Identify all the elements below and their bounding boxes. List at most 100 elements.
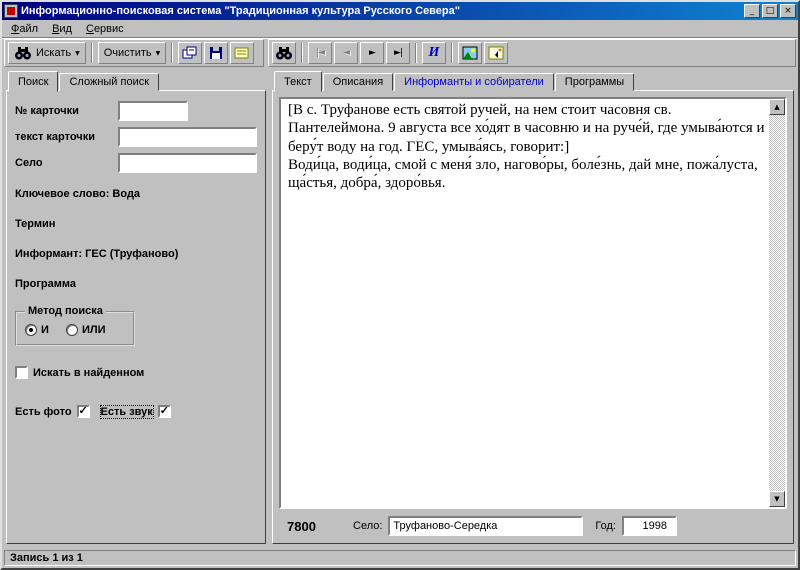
card-village-input[interactable] (388, 516, 584, 536)
tab-search[interactable]: Поиск (8, 71, 59, 92)
scroll-up-button[interactable]: ▲ (769, 99, 785, 115)
search-button[interactable]: Искать ▼ (8, 42, 86, 64)
has-sound-label: Есть звук (99, 404, 154, 419)
save-button[interactable] (204, 42, 229, 64)
card-number-label: № карточки (15, 105, 79, 117)
scroll-down-button[interactable]: ▼ (769, 491, 785, 507)
clear-dropdown-icon[interactable]: ▼ (156, 50, 161, 57)
first-record-button[interactable]: |◄ (308, 42, 332, 64)
last-record-icon: ►| (394, 48, 403, 58)
menu-view[interactable]: Вид (45, 21, 79, 37)
window-title: Информационно-поисковая система "Традици… (21, 5, 460, 17)
method-and-label: И (41, 324, 49, 336)
app-icon[interactable] (4, 4, 18, 18)
search-tabs: Поиск Сложный поиск (6, 70, 266, 92)
arrow-down-icon: ▼ (774, 495, 780, 503)
italic-letter-icon: И (428, 45, 440, 60)
maximize-button[interactable]: □ (762, 4, 778, 18)
card-pane: Текст Описания Информанты и собиратели П… (272, 70, 794, 544)
card-text-content[interactable]: [В с. Труфанове есть святой ручей, на не… (281, 99, 769, 507)
main-area: Поиск Сложный поиск № карточки текст кар… (2, 68, 798, 548)
next-record-icon: ► (369, 48, 376, 58)
card-year-label: Год: (595, 520, 616, 532)
method-and-radio[interactable]: И (25, 324, 49, 336)
search-pane: Поиск Сложный поиск № карточки текст кар… (6, 70, 266, 544)
card-year-input[interactable] (622, 516, 677, 536)
toolbar-separator (90, 43, 93, 63)
program-label[interactable]: Программа (15, 278, 257, 290)
vertical-scrollbar[interactable]: ▲ ▼ (769, 99, 785, 507)
text-tab-page: [В с. Труфанове есть святой ручей, на не… (272, 90, 794, 544)
search-method-title: Метод поиска (25, 305, 106, 317)
radio-or-icon (65, 324, 78, 336)
toolbar-separator (301, 43, 303, 63)
village-input[interactable] (118, 153, 257, 173)
binoculars-icon (14, 46, 32, 60)
photo-button[interactable] (458, 42, 482, 64)
photo-icon (462, 46, 478, 60)
previous-record-button[interactable]: ◄ (334, 42, 358, 64)
card-tabs: Текст Описания Информанты и собиратели П… (272, 70, 794, 92)
card-text-area[interactable]: [В с. Труфанове есть святой ручей, на не… (279, 97, 787, 509)
clear-button[interactable]: Очистить ▼ (97, 42, 167, 64)
app-window: Информационно-поисковая система "Традици… (0, 0, 800, 570)
status-bar: Запись 1 из 1 (2, 548, 798, 568)
has-photo-checkbox[interactable]: ✓ (76, 405, 90, 418)
search-form: № карточки текст карточки Село Ключевое … (7, 91, 265, 436)
keyword-label[interactable]: Ключевое слово: Вода (15, 188, 257, 200)
status-panel: Запись 1 из 1 (4, 550, 796, 566)
toolbar-separator (415, 43, 417, 63)
arrow-up-icon: ▲ (774, 103, 780, 111)
sound-button[interactable] (484, 42, 508, 64)
method-or-radio[interactable]: ИЛИ (65, 324, 106, 336)
tab-descriptions[interactable]: Описания (322, 73, 394, 91)
menu-service[interactable]: Сервис (79, 21, 131, 37)
binoculars-icon (275, 46, 293, 60)
search-in-found-checkbox[interactable] (15, 366, 28, 379)
toolbar-row: Искать ▼ Очистить ▼ |◄ ◄ ► ►| И (2, 38, 798, 68)
tab-advanced-search[interactable]: Сложный поиск (59, 73, 160, 91)
method-or-label: ИЛИ (81, 324, 106, 336)
window-controls: _ □ × (744, 4, 796, 18)
card-number-input[interactable] (118, 101, 188, 121)
search-button-label: Искать (36, 47, 72, 59)
cards-icon (182, 46, 198, 60)
edit-card-button[interactable] (230, 42, 255, 64)
tab-informants[interactable]: Информанты и собиратели (394, 73, 554, 91)
titlebar: Информационно-поисковая система "Традици… (2, 2, 798, 20)
last-record-button[interactable]: ►| (386, 42, 410, 64)
save-icon (209, 46, 223, 60)
card-meta-row: 7800 Село: Год: (273, 513, 793, 543)
sound-icon (488, 46, 504, 60)
search-tab-page: № карточки текст карточки Село Ключевое … (6, 90, 266, 544)
menu-file[interactable]: Файл (4, 21, 45, 37)
tab-text[interactable]: Текст (274, 71, 322, 92)
search-dropdown-icon[interactable]: ▼ (75, 50, 80, 57)
media-flags-row: Есть фото ✓ Есть звук ✓ (15, 404, 257, 419)
village-label: Село (15, 157, 43, 169)
search-method-group: Метод поиска И ИЛИ (15, 305, 135, 346)
close-button[interactable]: × (780, 4, 796, 18)
scroll-track[interactable] (769, 115, 785, 491)
notebook-icon (234, 46, 250, 60)
clear-button-label: Очистить (103, 47, 152, 59)
cards-button[interactable] (178, 42, 203, 64)
has-sound-checkbox[interactable]: ✓ (157, 405, 171, 418)
status-text: Запись 1 из 1 (10, 552, 83, 564)
tab-programs[interactable]: Программы (554, 73, 635, 91)
card-village-label: Село: (353, 520, 383, 532)
term-label[interactable]: Термин (15, 218, 257, 230)
menu-bar: Файл Вид Сервис (2, 20, 798, 38)
next-record-button[interactable]: ► (360, 42, 384, 64)
record-number: 7800 (287, 518, 316, 534)
informant-info-button[interactable]: И (422, 42, 446, 64)
find-record-button[interactable] (272, 42, 296, 64)
minimize-button[interactable]: _ (744, 4, 760, 18)
informant-label[interactable]: Информант: ГЕС (Труфаново) (15, 248, 257, 260)
card-text-input[interactable] (118, 127, 257, 147)
first-record-icon: |◄ (316, 48, 325, 58)
card-text-label: текст карточки (15, 131, 95, 143)
radio-and-icon (25, 324, 37, 336)
search-toolbar: Искать ▼ Очистить ▼ (4, 39, 264, 67)
record-toolbar: |◄ ◄ ► ►| И (268, 39, 796, 67)
